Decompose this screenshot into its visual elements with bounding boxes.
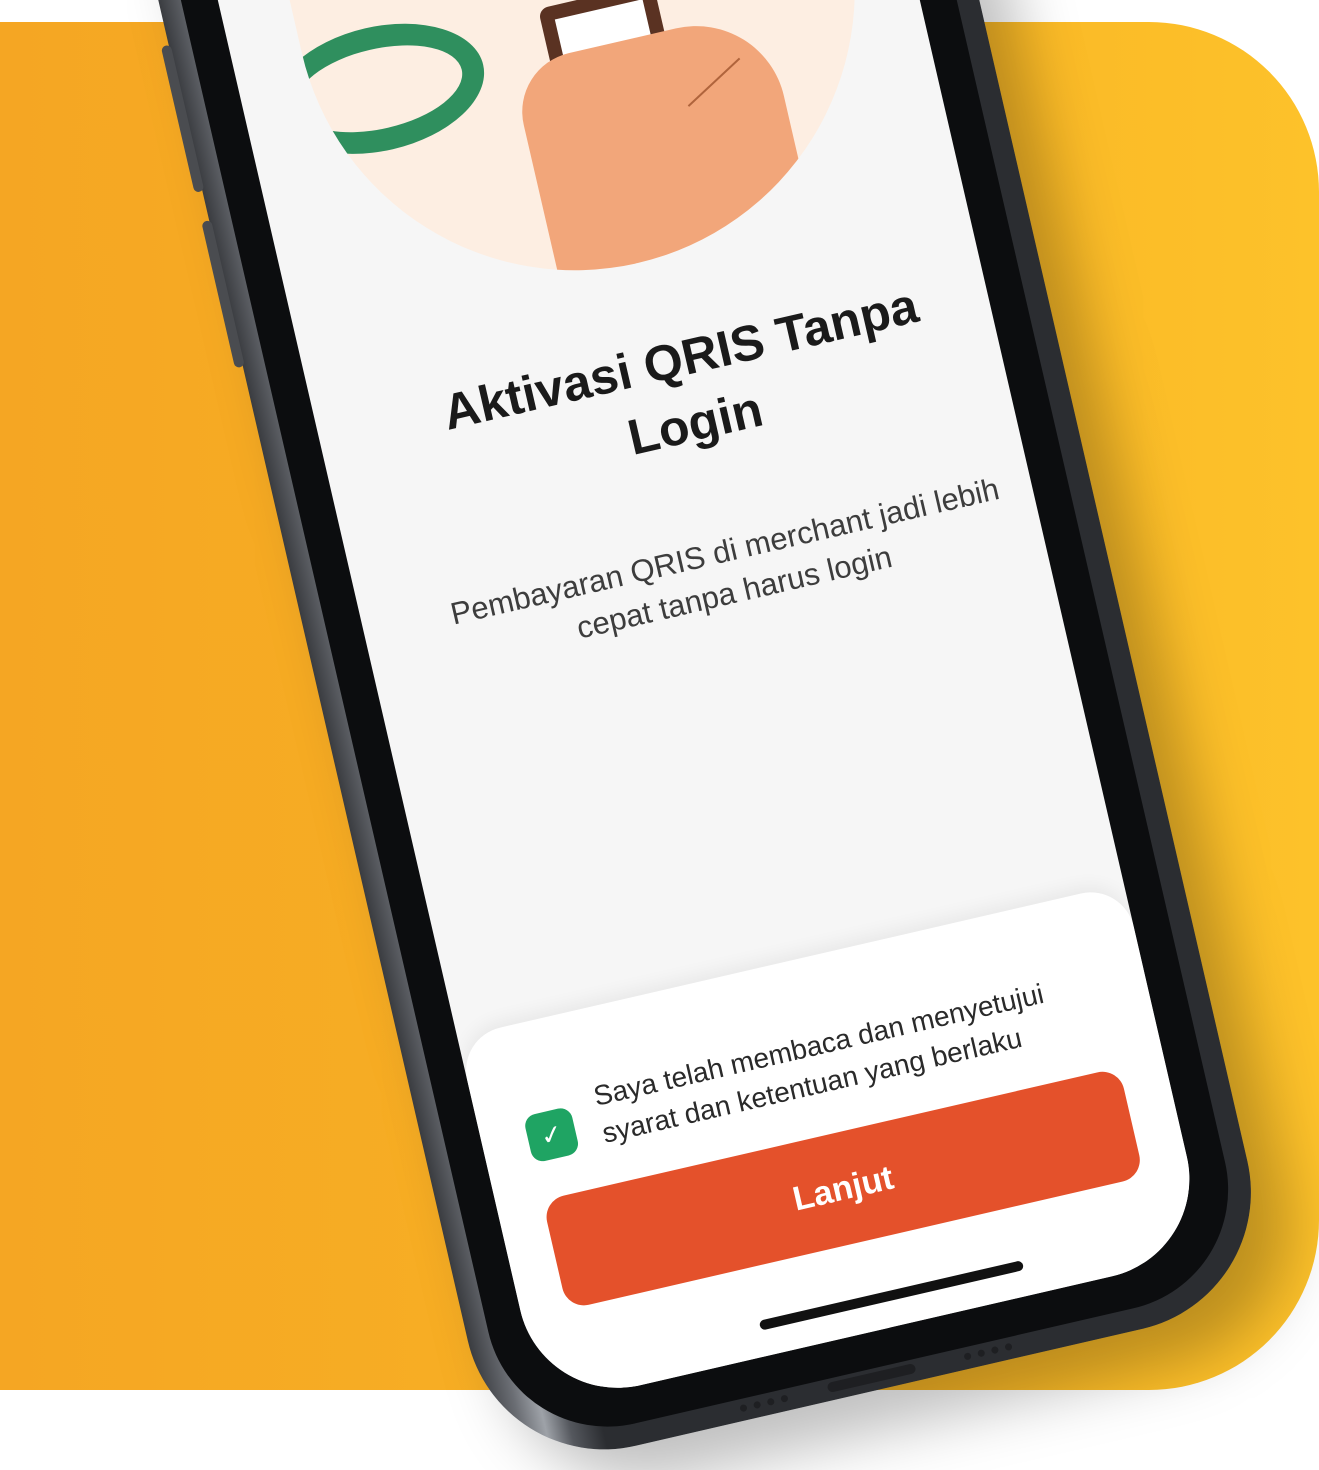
bottom-sheet: ✓ Saya telah membaca dan menyetujui syar… <box>457 883 1210 1408</box>
phone-mockup-area: Aktivasi QRIS Tanpa Login Pembayaran QRI… <box>0 0 1319 1470</box>
phone-frame: Aktivasi QRIS Tanpa Login Pembayaran QRI… <box>101 0 1279 1470</box>
app-screen: Aktivasi QRIS Tanpa Login Pembayaran QRI… <box>170 0 1210 1408</box>
consent-checkbox[interactable]: ✓ <box>522 1105 581 1164</box>
page-title: Aktivasi QRIS Tanpa Login <box>437 277 924 466</box>
phone-bezel: Aktivasi QRIS Tanpa Login Pembayaran QRI… <box>127 0 1253 1451</box>
check-icon: ✓ <box>537 1117 566 1152</box>
illustration-ring <box>260 4 498 174</box>
hero-illustration <box>247 0 911 327</box>
home-indicator <box>758 1260 1025 1331</box>
